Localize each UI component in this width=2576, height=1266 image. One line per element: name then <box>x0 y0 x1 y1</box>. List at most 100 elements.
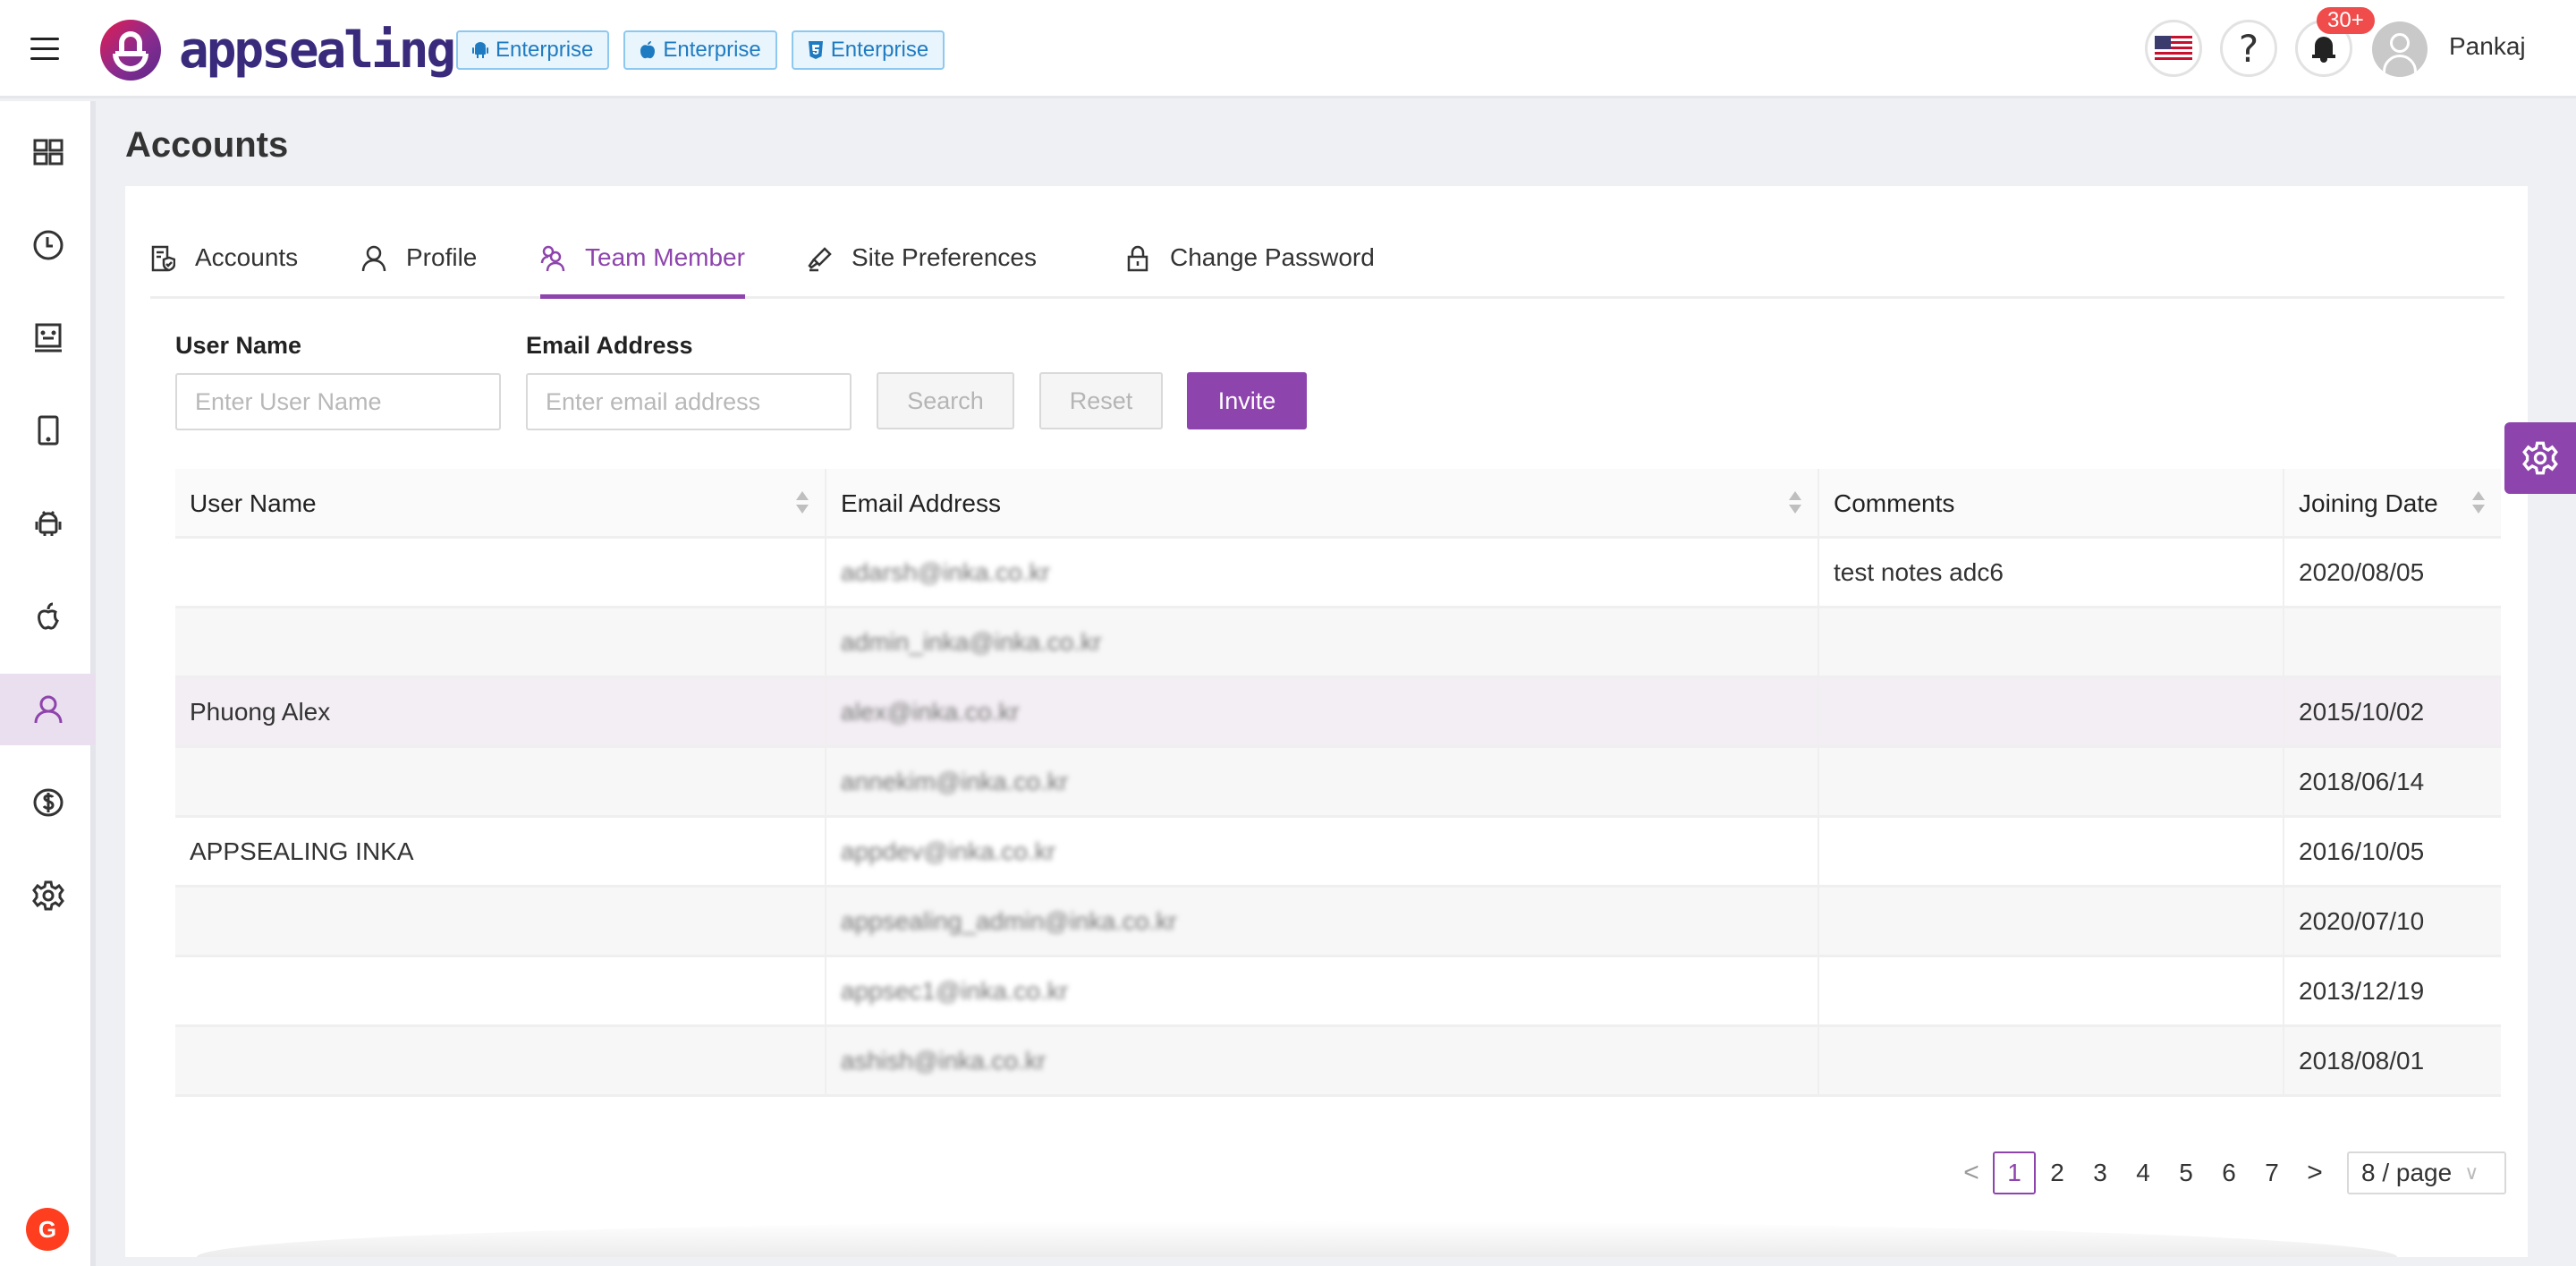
brand-name: appsealing <box>179 21 456 80</box>
plan-badges: Enterprise Enterprise Enterprise <box>456 30 945 70</box>
help-icon: ? <box>2238 26 2259 71</box>
tab-label: Profile <box>406 243 478 271</box>
cell-email: annekim@inka.co.kr <box>826 748 1819 815</box>
sidebar-item-android[interactable] <box>0 488 96 559</box>
html5-enterprise-badge[interactable]: Enterprise <box>791 30 945 70</box>
table-row[interactable]: admin_inka@inka.co.kr <box>175 608 2501 678</box>
settings-drawer-button[interactable] <box>2504 422 2576 494</box>
user-name-input[interactable] <box>175 373 501 430</box>
page-size-select[interactable]: 8 / page ∨ <box>2347 1151 2506 1194</box>
tab-site-preferences[interactable]: Site Preferences <box>807 243 1037 299</box>
cell-comments <box>1819 818 2284 885</box>
page-button-3[interactable]: 3 <box>2079 1151 2122 1194</box>
menu-icon[interactable] <box>30 38 59 61</box>
cell-email: appsec1@inka.co.kr <box>826 957 1819 1024</box>
cell-joining-date: 2018/06/14 <box>2299 767 2425 795</box>
email-text: annekim@inka.co.kr <box>841 767 1069 795</box>
tab-label: Team Member <box>585 243 745 271</box>
cell-comments: test notes adc6 <box>1819 539 2284 606</box>
reset-button[interactable]: Reset <box>1039 372 1163 429</box>
us-flag-icon <box>2155 36 2192 61</box>
cell-user-name <box>175 957 826 1024</box>
apple-icon <box>37 602 59 630</box>
sidebar-item-billing[interactable] <box>0 767 96 838</box>
next-page-button[interactable]: > <box>2293 1151 2336 1194</box>
brand-logo[interactable]: appsealing <box>100 20 456 81</box>
pagination: < 1 2 3 4 5 6 7 > 8 / page ∨ <box>1950 1151 2506 1195</box>
email-text: admin_inka@inka.co.kr <box>841 627 1102 656</box>
page-button-7[interactable]: 7 <box>2250 1151 2293 1194</box>
sidebar-item-ios[interactable] <box>0 581 96 652</box>
table-header: User Name Email Address Comments Joining… <box>175 469 2501 539</box>
tab-team-member[interactable]: Team Member <box>540 243 745 299</box>
sidebar-item-monitor[interactable] <box>0 302 96 373</box>
user-icon <box>34 695 62 724</box>
cell-email: appdev@inka.co.kr <box>826 818 1819 885</box>
sidebar-item-mobile[interactable] <box>0 395 96 466</box>
sort-icon[interactable] <box>796 491 809 516</box>
tab-label: Change Password <box>1170 243 1375 271</box>
table-row[interactable]: APPSEALING INKA appdev@inka.co.kr 2016/1… <box>175 818 2501 888</box>
avatar[interactable] <box>2372 21 2428 77</box>
search-button[interactable]: Search <box>877 372 1014 429</box>
page-button-4[interactable]: 4 <box>2122 1151 2165 1194</box>
column-header-joining-date[interactable]: Joining Date <box>2284 469 2501 539</box>
sort-icon[interactable] <box>2472 491 2485 516</box>
table-row[interactable]: annekim@inka.co.kr 2018/06/14 <box>175 748 2501 818</box>
content-card: Accounts Profile Team Member Site Prefer… <box>125 186 2528 1257</box>
email-text: appdev@inka.co.kr <box>841 837 1056 865</box>
column-header-user-name[interactable]: User Name <box>175 469 826 539</box>
cell-joining-date <box>2284 608 2501 675</box>
tab-label: Site Preferences <box>852 243 1037 271</box>
g2-badge-icon[interactable]: G <box>26 1208 69 1251</box>
invite-button[interactable]: Invite <box>1187 372 1307 429</box>
language-selector[interactable] <box>2145 20 2202 77</box>
cell-joining-date: 2020/07/10 <box>2299 906 2425 935</box>
page-button-2[interactable]: 2 <box>2036 1151 2079 1194</box>
cell-user-name <box>175 1027 826 1094</box>
ios-enterprise-badge[interactable]: Enterprise <box>623 30 777 70</box>
tablet-icon <box>38 415 58 446</box>
page-title: Accounts <box>125 125 289 165</box>
tab-profile[interactable]: Profile <box>361 243 477 299</box>
prev-page-button[interactable]: < <box>1950 1151 1993 1194</box>
page-button-5[interactable]: 5 <box>2165 1151 2207 1194</box>
sort-icon[interactable] <box>1789 491 1801 516</box>
tab-label: Accounts <box>195 243 299 271</box>
cell-comments <box>1819 678 2284 745</box>
email-input[interactable] <box>526 373 852 430</box>
user-menu[interactable]: Pankaj <box>2449 32 2526 61</box>
table-row[interactable]: adarsh@inka.co.kr test notes adc6 2020/0… <box>175 539 2501 608</box>
document-shield-icon <box>151 245 175 272</box>
bell-icon <box>2312 35 2335 63</box>
lock-icon <box>1127 245 1148 272</box>
android-enterprise-badge[interactable]: Enterprise <box>456 30 610 70</box>
sidebar-item-accounts[interactable] <box>0 674 96 745</box>
table-row[interactable]: appsec1@inka.co.kr 2013/12/19 <box>175 957 2501 1027</box>
page-button-1[interactable]: 1 <box>1993 1151 2036 1194</box>
table-row[interactable]: appsealing_admin@inka.co.kr 2020/07/10 <box>175 888 2501 957</box>
grid-icon <box>33 139 63 166</box>
column-header-comments: Comments <box>1819 469 2284 539</box>
sidebar-item-settings[interactable] <box>0 860 96 931</box>
notification-count-badge: 30+ <box>2317 7 2375 34</box>
table-row[interactable]: Phuong Alex alex@inka.co.kr 2015/10/02 <box>175 678 2501 748</box>
android-icon <box>35 510 61 536</box>
sidebar-item-dashboard[interactable] <box>0 116 96 188</box>
tab-bar: Accounts Profile Team Member Site Prefer… <box>150 231 2504 299</box>
tab-change-password[interactable]: Change Password <box>1125 243 1375 299</box>
cell-comments <box>1819 957 2284 1024</box>
cell-email: ashish@inka.co.kr <box>826 1027 1819 1094</box>
badge-label: Enterprise <box>496 38 594 62</box>
page-button-6[interactable]: 6 <box>2207 1151 2250 1194</box>
help-button[interactable]: ? <box>2220 20 2277 77</box>
table-row[interactable]: ashish@inka.co.kr 2018/08/01 <box>175 1027 2501 1097</box>
column-header-email[interactable]: Email Address <box>826 469 1819 539</box>
cell-joining-date: 2018/08/01 <box>2299 1046 2425 1075</box>
sidebar-item-history[interactable] <box>0 209 96 281</box>
badge-label: Enterprise <box>663 38 761 62</box>
brush-icon <box>808 247 832 272</box>
clock-icon <box>33 230 63 260</box>
tab-accounts[interactable]: Accounts <box>150 243 298 299</box>
user-icon <box>361 245 386 272</box>
